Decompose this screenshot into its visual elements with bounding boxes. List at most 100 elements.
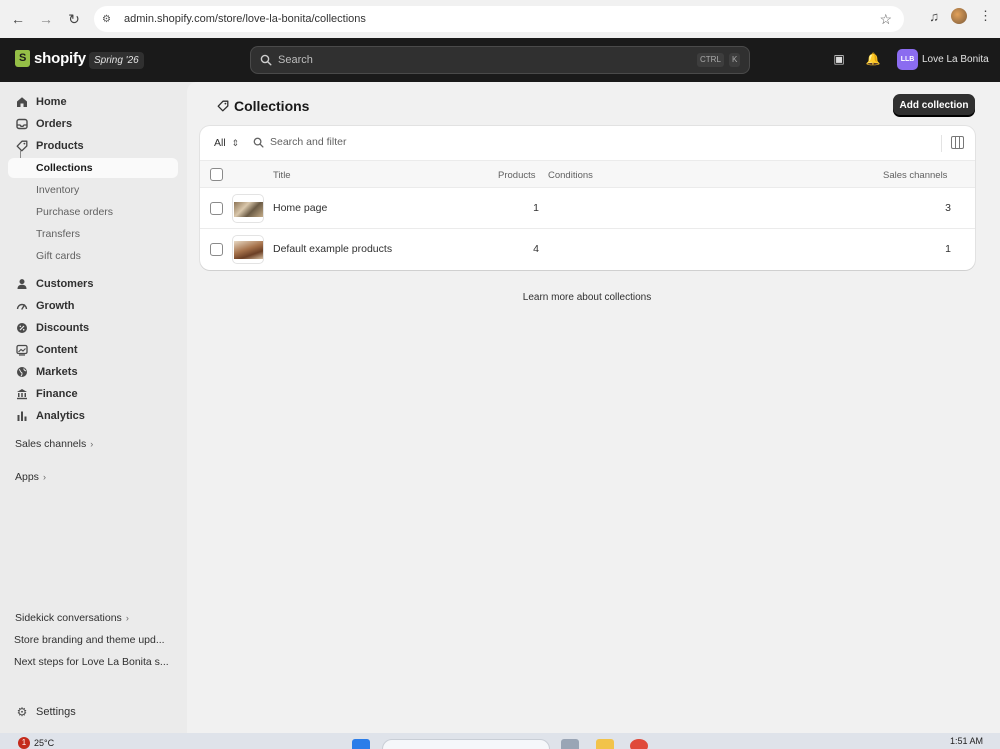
os-taskbar: 1 25°C 1:51 AM: [0, 733, 1000, 749]
sidebar-item-inventory[interactable]: Inventory: [8, 180, 178, 200]
file-explorer-icon[interactable]: [596, 739, 614, 749]
gear-icon: ⚙: [16, 705, 28, 719]
reload-icon[interactable]: ↻: [60, 5, 88, 33]
sidebar-item-label: Orders: [36, 118, 73, 130]
task-view-icon[interactable]: [561, 739, 579, 749]
browser-menu-icon[interactable]: ⋮: [979, 8, 992, 24]
learn-more-link[interactable]: Learn more about collections: [187, 292, 987, 303]
system-clock: 1:51 AM: [950, 736, 984, 746]
browser-profile-avatar[interactable]: [951, 8, 967, 24]
apps-link[interactable]: Apps ›: [15, 471, 46, 483]
sidebar-item-label: Inventory: [36, 184, 80, 196]
sidebar-item-markets[interactable]: Markets: [8, 362, 178, 382]
temperature: 25°C: [34, 738, 55, 748]
store-avatar[interactable]: LLB: [897, 49, 918, 70]
sidebar-item-collections[interactable]: Collections: [8, 158, 178, 178]
sidebar-item-gift-cards[interactable]: Gift cards: [8, 246, 178, 266]
bank-icon: [16, 388, 28, 400]
bell-icon[interactable]: 🔔: [865, 52, 881, 68]
row-title[interactable]: Home page: [273, 202, 327, 214]
sidebar-item-label: Home: [36, 96, 67, 108]
columns-icon[interactable]: [951, 136, 964, 149]
search-icon: [260, 54, 272, 66]
sidebar-item-home[interactable]: Home: [8, 92, 178, 112]
shortcut-k: K: [729, 53, 741, 67]
sidebar-item-products[interactable]: Products: [8, 136, 178, 156]
table-header: Title Products Conditions Sales channels: [200, 160, 975, 188]
sales-channels-link[interactable]: Sales channels ›: [15, 438, 93, 450]
column-sales-channels[interactable]: Sales channels: [883, 170, 947, 181]
sales-channels-label: Sales channels: [15, 438, 87, 450]
sidebar-item-finance[interactable]: Finance: [8, 384, 178, 404]
edition-badge[interactable]: Spring '26: [89, 52, 144, 69]
sidebar-item-label: Analytics: [36, 410, 85, 422]
image-icon: [16, 344, 28, 356]
select-all-checkbox[interactable]: [210, 168, 223, 181]
sidekick-conversations-link[interactable]: Sidekick conversations ›: [15, 612, 129, 624]
store-name[interactable]: Love La Bonita: [922, 54, 989, 65]
conversation-item[interactable]: Next steps for Love La Bonita s...: [14, 656, 180, 668]
bar-chart-icon: [16, 410, 28, 422]
sidebar-item-settings[interactable]: ⚙ Settings: [8, 702, 178, 722]
search-input[interactable]: [278, 54, 658, 66]
sidekick-icon[interactable]: ▣: [831, 52, 847, 68]
collections-card: All ⇕ Search and filter Title Products C…: [200, 126, 975, 270]
page-title-text: Collections: [234, 98, 310, 114]
sidebar-item-discounts[interactable]: Discounts: [8, 318, 178, 338]
row-products: 4: [533, 243, 539, 255]
shopify-wordmark: shopify: [34, 50, 86, 67]
address-bar[interactable]: ⚙ admin.shopify.com/store/love-la-bonita…: [94, 6, 904, 32]
sidebar-item-content[interactable]: Content: [8, 340, 178, 360]
home-icon: [16, 96, 28, 108]
search-and-filter[interactable]: Search and filter: [253, 136, 346, 148]
shopify-logo[interactable]: shopify: [15, 50, 86, 67]
inbox-icon: [16, 118, 28, 130]
admin-search[interactable]: CTRL K: [250, 46, 750, 74]
add-collection-button[interactable]: Add collection: [893, 94, 975, 116]
row-sales-channels: 3: [945, 202, 951, 214]
bookmark-star-icon[interactable]: ☆: [879, 11, 892, 28]
sidebar-item-customers[interactable]: Customers: [8, 274, 178, 294]
media-controls-icon[interactable]: ♫: [929, 9, 939, 24]
sidebar-item-label: Gift cards: [36, 250, 81, 262]
row-checkbox[interactable]: [210, 202, 223, 215]
column-title[interactable]: Title: [273, 170, 291, 181]
back-arrow-icon[interactable]: ←: [4, 5, 32, 33]
apps-label: Apps: [15, 471, 39, 483]
view-selector[interactable]: All ⇕: [214, 137, 239, 149]
row-title[interactable]: Default example products: [273, 243, 392, 255]
browser-toolbar: ← → ↻ ⚙ admin.shopify.com/store/love-la-…: [0, 0, 1000, 38]
gauge-icon: [16, 300, 28, 312]
chrome-icon[interactable]: [630, 739, 648, 749]
column-products[interactable]: Products: [498, 170, 536, 181]
sidebar-item-growth[interactable]: Growth: [8, 296, 178, 316]
globe-icon: [16, 366, 28, 378]
row-checkbox[interactable]: [210, 243, 223, 256]
weather-widget[interactable]: 1 25°C: [18, 737, 54, 749]
taskbar-search[interactable]: [382, 739, 550, 749]
main-content: Collections Add collection All ⇕ Search …: [187, 82, 1000, 733]
sidebar-item-label: Finance: [36, 388, 78, 400]
row-sales-channels: 1: [945, 243, 951, 255]
windows-start-icon[interactable]: [352, 739, 370, 749]
admin-topbar: shopify Spring '26 CTRL K ▣ 🔔 LLB Love L…: [0, 38, 1000, 82]
sidebar-item-label: Settings: [36, 706, 76, 718]
sidebar-item-purchase-orders[interactable]: Purchase orders: [8, 202, 178, 222]
shopify-bag-icon: [15, 50, 30, 67]
site-settings-icon[interactable]: ⚙: [102, 14, 118, 25]
chevron-right-icon: ›: [125, 613, 129, 623]
sidebar-item-transfers[interactable]: Transfers: [8, 224, 178, 244]
sort-updown-icon: ⇕: [231, 137, 240, 148]
sidebar-item-orders[interactable]: Orders: [8, 114, 178, 134]
forward-arrow-icon[interactable]: →: [32, 5, 60, 33]
table-row[interactable]: Default example products 4 1: [200, 229, 975, 270]
conversation-item[interactable]: Store branding and theme upd...: [14, 634, 180, 646]
chevron-right-icon: ›: [42, 472, 46, 482]
column-conditions[interactable]: Conditions: [548, 170, 593, 181]
table-row[interactable]: Home page 1 3: [200, 188, 975, 229]
shortcut-ctrl: CTRL: [697, 53, 724, 67]
row-products: 1: [533, 202, 539, 214]
sidebar-item-analytics[interactable]: Analytics: [8, 406, 178, 426]
page-title: Collections: [217, 98, 309, 114]
address-url[interactable]: admin.shopify.com/store/love-la-bonita/c…: [124, 13, 366, 25]
